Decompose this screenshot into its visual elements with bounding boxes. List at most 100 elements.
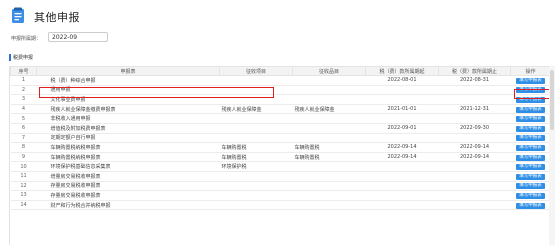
collection-subitem bbox=[292, 181, 366, 192]
form-name: 存量房交易税收申报表 bbox=[36, 190, 220, 201]
fill-form-button[interactable]: 填写申报表 bbox=[516, 154, 545, 161]
form-name: 增值税及附加税费申报表 bbox=[36, 123, 220, 134]
fill-form-button[interactable]: 填写申报表 bbox=[516, 135, 545, 142]
form-name: 存量房交易税收申报表 bbox=[36, 181, 220, 192]
action-cell: 填写申报表 bbox=[510, 181, 550, 192]
period-end: 2022-09-30 bbox=[438, 123, 511, 134]
collection-item: 车辆购置税 bbox=[219, 142, 293, 153]
table-row: 10 环境保护税基础信息采集表 环境保护税 填写申报表 bbox=[10, 161, 550, 172]
action-cell: 填写申报表 bbox=[510, 200, 550, 211]
fill-form-button[interactable]: 填写申报表 bbox=[516, 116, 545, 123]
period-end bbox=[438, 190, 511, 201]
table-row: 13 存量房交易税收申报表 填写申报表 bbox=[10, 190, 550, 201]
fill-form-button[interactable]: 填写申报表 bbox=[516, 77, 545, 84]
row-number: 6 bbox=[10, 123, 37, 134]
period-start bbox=[365, 113, 439, 124]
row-number: 8 bbox=[10, 142, 37, 153]
period-start bbox=[365, 171, 439, 182]
collection-item bbox=[219, 171, 293, 182]
period-end bbox=[438, 113, 511, 124]
collection-subitem bbox=[292, 75, 366, 86]
action-cell: 填写申报表 bbox=[510, 161, 550, 172]
row-number: 14 bbox=[10, 200, 37, 211]
highlight-box-form-name bbox=[39, 87, 274, 98]
period-start: 2022-09-14 bbox=[365, 152, 439, 163]
table-row: 7 定期定额户自行申报 填写申报表 bbox=[10, 133, 550, 144]
period-end bbox=[438, 171, 511, 182]
period-start: 2022-09-01 bbox=[365, 123, 439, 134]
row-number: 11 bbox=[10, 171, 37, 182]
collection-subitem: 残疾人就业保障金 bbox=[292, 104, 366, 115]
action-cell: 填写申报表 bbox=[510, 152, 550, 163]
fill-form-button[interactable]: 填写申报表 bbox=[516, 164, 545, 171]
period-end: 2022-09-14 bbox=[438, 142, 511, 153]
period-input[interactable]: 2022-09 bbox=[48, 32, 108, 42]
col-header-item: 征收项目 bbox=[219, 66, 293, 76]
form-name: 残疾人就业保障金缴费申报表 bbox=[36, 104, 220, 115]
fill-form-button[interactable]: 填写申报表 bbox=[516, 173, 545, 180]
period-end bbox=[438, 94, 511, 105]
collection-subitem: 车辆购置税 bbox=[292, 142, 366, 153]
collection-subitem bbox=[292, 123, 366, 134]
collection-item bbox=[219, 123, 293, 134]
row-number: 7 bbox=[10, 133, 37, 144]
row-number: 13 bbox=[10, 190, 37, 201]
period-end bbox=[438, 200, 511, 211]
scrollbar-thumb[interactable] bbox=[550, 70, 554, 130]
fill-form-button[interactable]: 填写申报表 bbox=[516, 125, 545, 132]
collection-item bbox=[219, 190, 293, 201]
table-row: 6 增值税及附加税费申报表 2022-09-01 2022-09-30 填写申报表 bbox=[10, 123, 550, 134]
collection-item: 残疾人就业保障金 bbox=[219, 104, 293, 115]
col-header-subitem: 征收品目 bbox=[292, 66, 366, 76]
period-end bbox=[438, 181, 511, 192]
period-start bbox=[365, 200, 439, 211]
fill-form-button[interactable]: 填写申报表 bbox=[516, 106, 545, 113]
col-header-no: 序号 bbox=[10, 66, 37, 76]
row-number: 12 bbox=[10, 181, 37, 192]
row-number: 9 bbox=[10, 152, 37, 163]
form-name: 车辆购置税纳税申报表 bbox=[36, 142, 220, 153]
action-cell: 填写申报表 bbox=[510, 113, 550, 124]
period-end bbox=[438, 85, 511, 96]
form-name: 税（费）种综合申报 bbox=[36, 75, 220, 86]
collection-subitem bbox=[292, 94, 366, 105]
fill-form-button[interactable]: 填写申报表 bbox=[516, 183, 545, 190]
fill-form-button[interactable]: 填写申报表 bbox=[516, 202, 545, 209]
form-name: 非税收入通用申报 bbox=[36, 113, 220, 124]
period-start: 2021-01-01 bbox=[365, 104, 439, 115]
fill-form-button[interactable]: 填写申报表 bbox=[516, 144, 545, 151]
action-cell: 填写申报表 bbox=[510, 75, 550, 86]
period-start bbox=[365, 133, 439, 144]
page-header: 其他申报 bbox=[0, 0, 557, 28]
row-number: 1 bbox=[10, 75, 37, 86]
period-end: 2021-12-31 bbox=[438, 104, 511, 115]
period-start: 2022-09-14 bbox=[365, 142, 439, 153]
table-row: 5 非税收入通用申报 填写申报表 bbox=[10, 113, 550, 124]
section-marker bbox=[9, 54, 11, 61]
action-cell: 填写申报表 bbox=[510, 133, 550, 144]
table-row: 1 税（费）种综合申报 2022-08-01 2022-08-31 填写申报表 bbox=[10, 75, 550, 86]
row-number: 10 bbox=[10, 161, 37, 172]
collection-item bbox=[219, 200, 293, 211]
row-number: 2 bbox=[10, 85, 37, 96]
collection-subitem: 车辆购置税 bbox=[292, 152, 366, 163]
row-number: 3 bbox=[10, 94, 37, 105]
table-row: 9 车辆购置税纳税申报表 车辆购置税 车辆购置税 2022-09-14 2022-09-1… bbox=[10, 152, 550, 163]
period-start bbox=[365, 85, 439, 96]
collection-item: 环境保护税 bbox=[219, 161, 293, 172]
fill-form-button[interactable]: 填写申报表 bbox=[516, 192, 545, 199]
table-row: 12 存量房交易税收申报表 填写申报表 bbox=[10, 181, 550, 192]
col-header-period-start: 税（费）款所属期起 bbox=[365, 66, 439, 76]
period-start bbox=[365, 181, 439, 192]
period-start bbox=[365, 94, 439, 105]
period-end bbox=[438, 161, 511, 172]
action-cell: 填写申报表 bbox=[510, 190, 550, 201]
period-start bbox=[365, 190, 439, 201]
action-cell: 填写申报表 bbox=[510, 171, 550, 182]
collection-subitem bbox=[292, 133, 366, 144]
period-end: 2022-09-14 bbox=[438, 152, 511, 163]
form-name: 增量房交易税收申报表 bbox=[36, 171, 220, 182]
collection-item bbox=[219, 181, 293, 192]
period-label: 申报所属期： bbox=[11, 36, 42, 42]
row-number: 4 bbox=[10, 104, 37, 115]
